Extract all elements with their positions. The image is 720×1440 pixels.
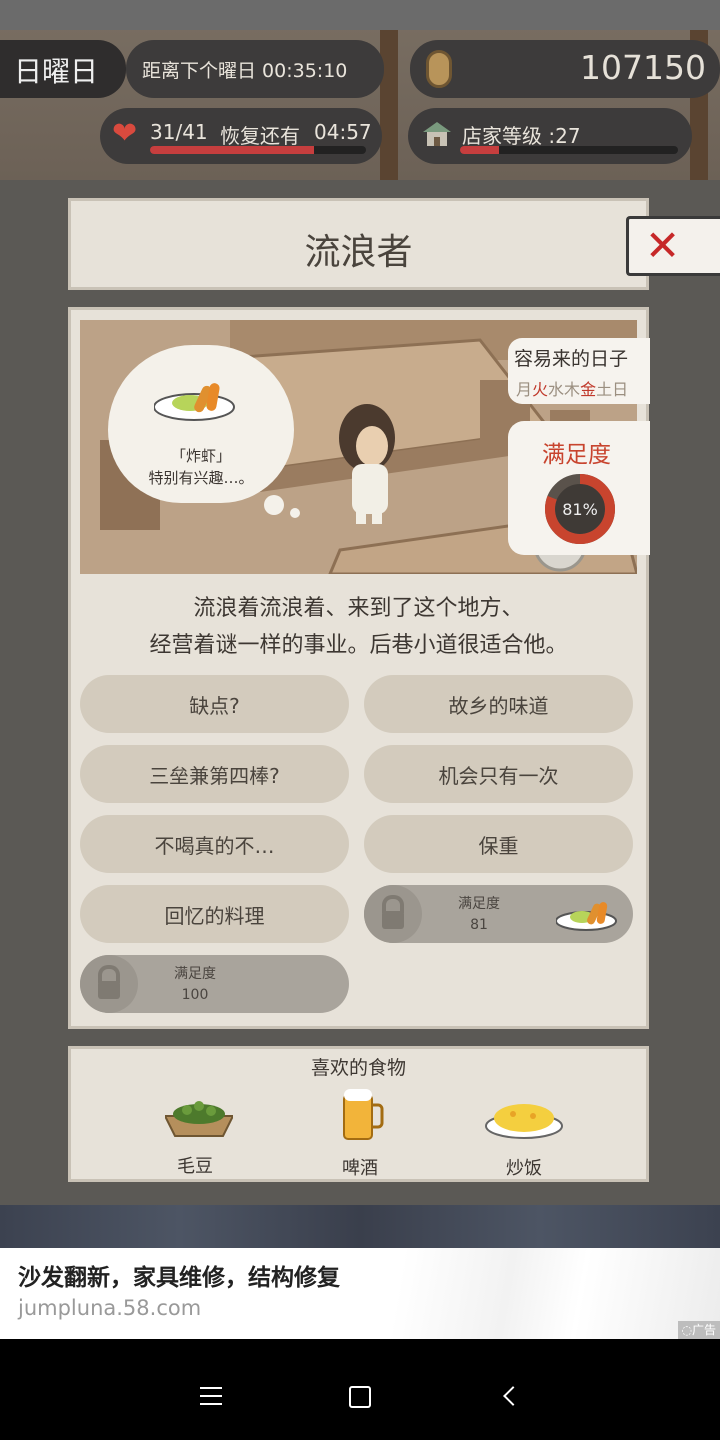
fried-shrimp-icon <box>153 379 236 421</box>
home-icon[interactable] <box>349 1386 371 1408</box>
fried-shrimp-icon <box>555 899 618 931</box>
ad-url: jumpluna.58.com <box>18 1296 202 1320</box>
food-name: 毛豆 <box>177 1156 213 1177</box>
system-navigation-bar <box>0 1339 720 1440</box>
option-home-taste[interactable]: 故乡的味道 <box>364 675 633 733</box>
description-line-1: 流浪着流浪着、来到了这个地方、 <box>193 596 524 621</box>
option-label: 保重 <box>478 833 519 858</box>
ad-banner[interactable]: 沙发翻新，家具维修，结构修复 jumpluna.58.com ◌广告 <box>0 1248 720 1339</box>
locked-value: 81 <box>470 917 488 933</box>
title-panel: 流浪者 <box>68 198 649 290</box>
back-icon[interactable] <box>503 1386 523 1406</box>
satisfaction-label: 满足度 <box>542 442 611 468</box>
shop-icon <box>422 120 452 148</box>
option-label: 缺点? <box>189 693 240 718</box>
weekday-木: 木 <box>564 380 581 399</box>
ad-title: 沙发翻新，家具维修，结构修复 <box>18 1265 340 1291</box>
frequent-days-label: 容易来的日子 <box>514 348 629 370</box>
thought-food-line: 「炸虾」 <box>170 447 231 465</box>
stamina-panel: ❤ 31/41 恢复还有 04:57 <box>100 108 382 164</box>
heart-icon: ❤ <box>112 116 138 151</box>
stamina-bar <box>150 146 366 154</box>
recover-time: 04:57 <box>314 120 372 144</box>
weekday-月: 月 <box>516 380 533 399</box>
locked-label: 满足度 <box>458 896 500 912</box>
weekday-日: 日 <box>612 380 629 399</box>
satisfaction-value: 81% <box>562 500 598 519</box>
locked-option-100[interactable]: 满足度 100 <box>80 955 349 1013</box>
option-third-base[interactable]: 三垒兼第四棒? <box>80 745 349 803</box>
close-button[interactable]: ✕ <box>626 216 720 276</box>
weekday-row: 月火水木金土日 <box>516 376 628 400</box>
coin-counter: 107150 <box>410 40 720 98</box>
coin-value: 107150 <box>580 48 706 87</box>
coin-icon <box>426 50 452 88</box>
stamina-bar-fill <box>150 146 315 154</box>
day-badge: 日曜日 <box>0 40 126 98</box>
thought-dot-small <box>290 508 300 518</box>
thought-bubble: 「炸虾」 特别有兴趣…。 <box>108 345 294 503</box>
lock-icon <box>364 885 422 943</box>
next-day-timer: 距离下个曜日 00:35:10 <box>126 40 384 98</box>
ad-choices-icon: ◌ <box>681 1323 692 1337</box>
weekday-金: 金 <box>580 380 597 399</box>
thought-interest-line: 特别有兴趣…。 <box>148 469 254 487</box>
food-name: 啤酒 <box>342 1158 378 1179</box>
ad-badge-label: 广告 <box>691 1323 716 1337</box>
food-name: 炒饭 <box>506 1158 542 1179</box>
stamina-value: 31/41 <box>150 120 208 144</box>
option-label: 回忆的料理 <box>164 903 265 928</box>
next-day-label: 距离下个曜日 00:35:10 <box>142 60 348 82</box>
favorite-foods-title: 喜欢的食物 <box>310 1057 406 1079</box>
game-scene-bottom <box>0 1205 720 1250</box>
close-x-icon: ✕ <box>645 221 681 270</box>
shop-level-label: 店家等级 :27 <box>462 124 581 148</box>
option-must-drink[interactable]: 不喝真的不… <box>80 815 349 873</box>
frequent-days-card: 容易来的日子 月火水木金土日 <box>508 338 650 404</box>
satisfaction-card: 满足度 81% <box>508 421 650 555</box>
locked-label: 满足度 <box>174 966 216 982</box>
weekday-火: 火 <box>532 380 549 399</box>
option-label: 不喝真的不… <box>154 833 275 858</box>
locked-value: 100 <box>181 987 209 1003</box>
shop-level-bar-fill <box>460 146 500 154</box>
option-label: 机会只有一次 <box>438 763 559 788</box>
option-one-chance[interactable]: 机会只有一次 <box>364 745 633 803</box>
menu-icon[interactable] <box>200 1387 222 1405</box>
shop-level-bar <box>460 146 678 154</box>
option-weakness[interactable]: 缺点? <box>80 675 349 733</box>
locked-option-81[interactable]: 满足度 81 <box>364 885 633 943</box>
option-label: 三垒兼第四棒? <box>149 763 280 788</box>
description-line-2: 经营着谜一样的事业。后巷小道很适合他。 <box>149 633 568 658</box>
edamame-icon <box>163 1094 235 1138</box>
beer-icon <box>340 1087 384 1141</box>
weekday-土: 土 <box>596 380 613 399</box>
shop-level-panel: 店家等级 :27 <box>408 108 692 164</box>
weekday-水: 水 <box>548 380 565 399</box>
day-label: 日曜日 <box>14 55 99 88</box>
dialog-title: 流浪者 <box>304 232 413 273</box>
option-take-care[interactable]: 保重 <box>364 815 633 873</box>
thought-dot-large <box>264 495 284 515</box>
option-label: 故乡的味道 <box>448 693 549 718</box>
ad-badge: ◌广告 <box>677 1321 720 1339</box>
fried-rice-icon <box>485 1094 563 1140</box>
lock-icon <box>80 955 138 1013</box>
recover-label: 恢复还有 <box>220 124 300 148</box>
option-memory-dish[interactable]: 回忆的料理 <box>80 885 349 943</box>
